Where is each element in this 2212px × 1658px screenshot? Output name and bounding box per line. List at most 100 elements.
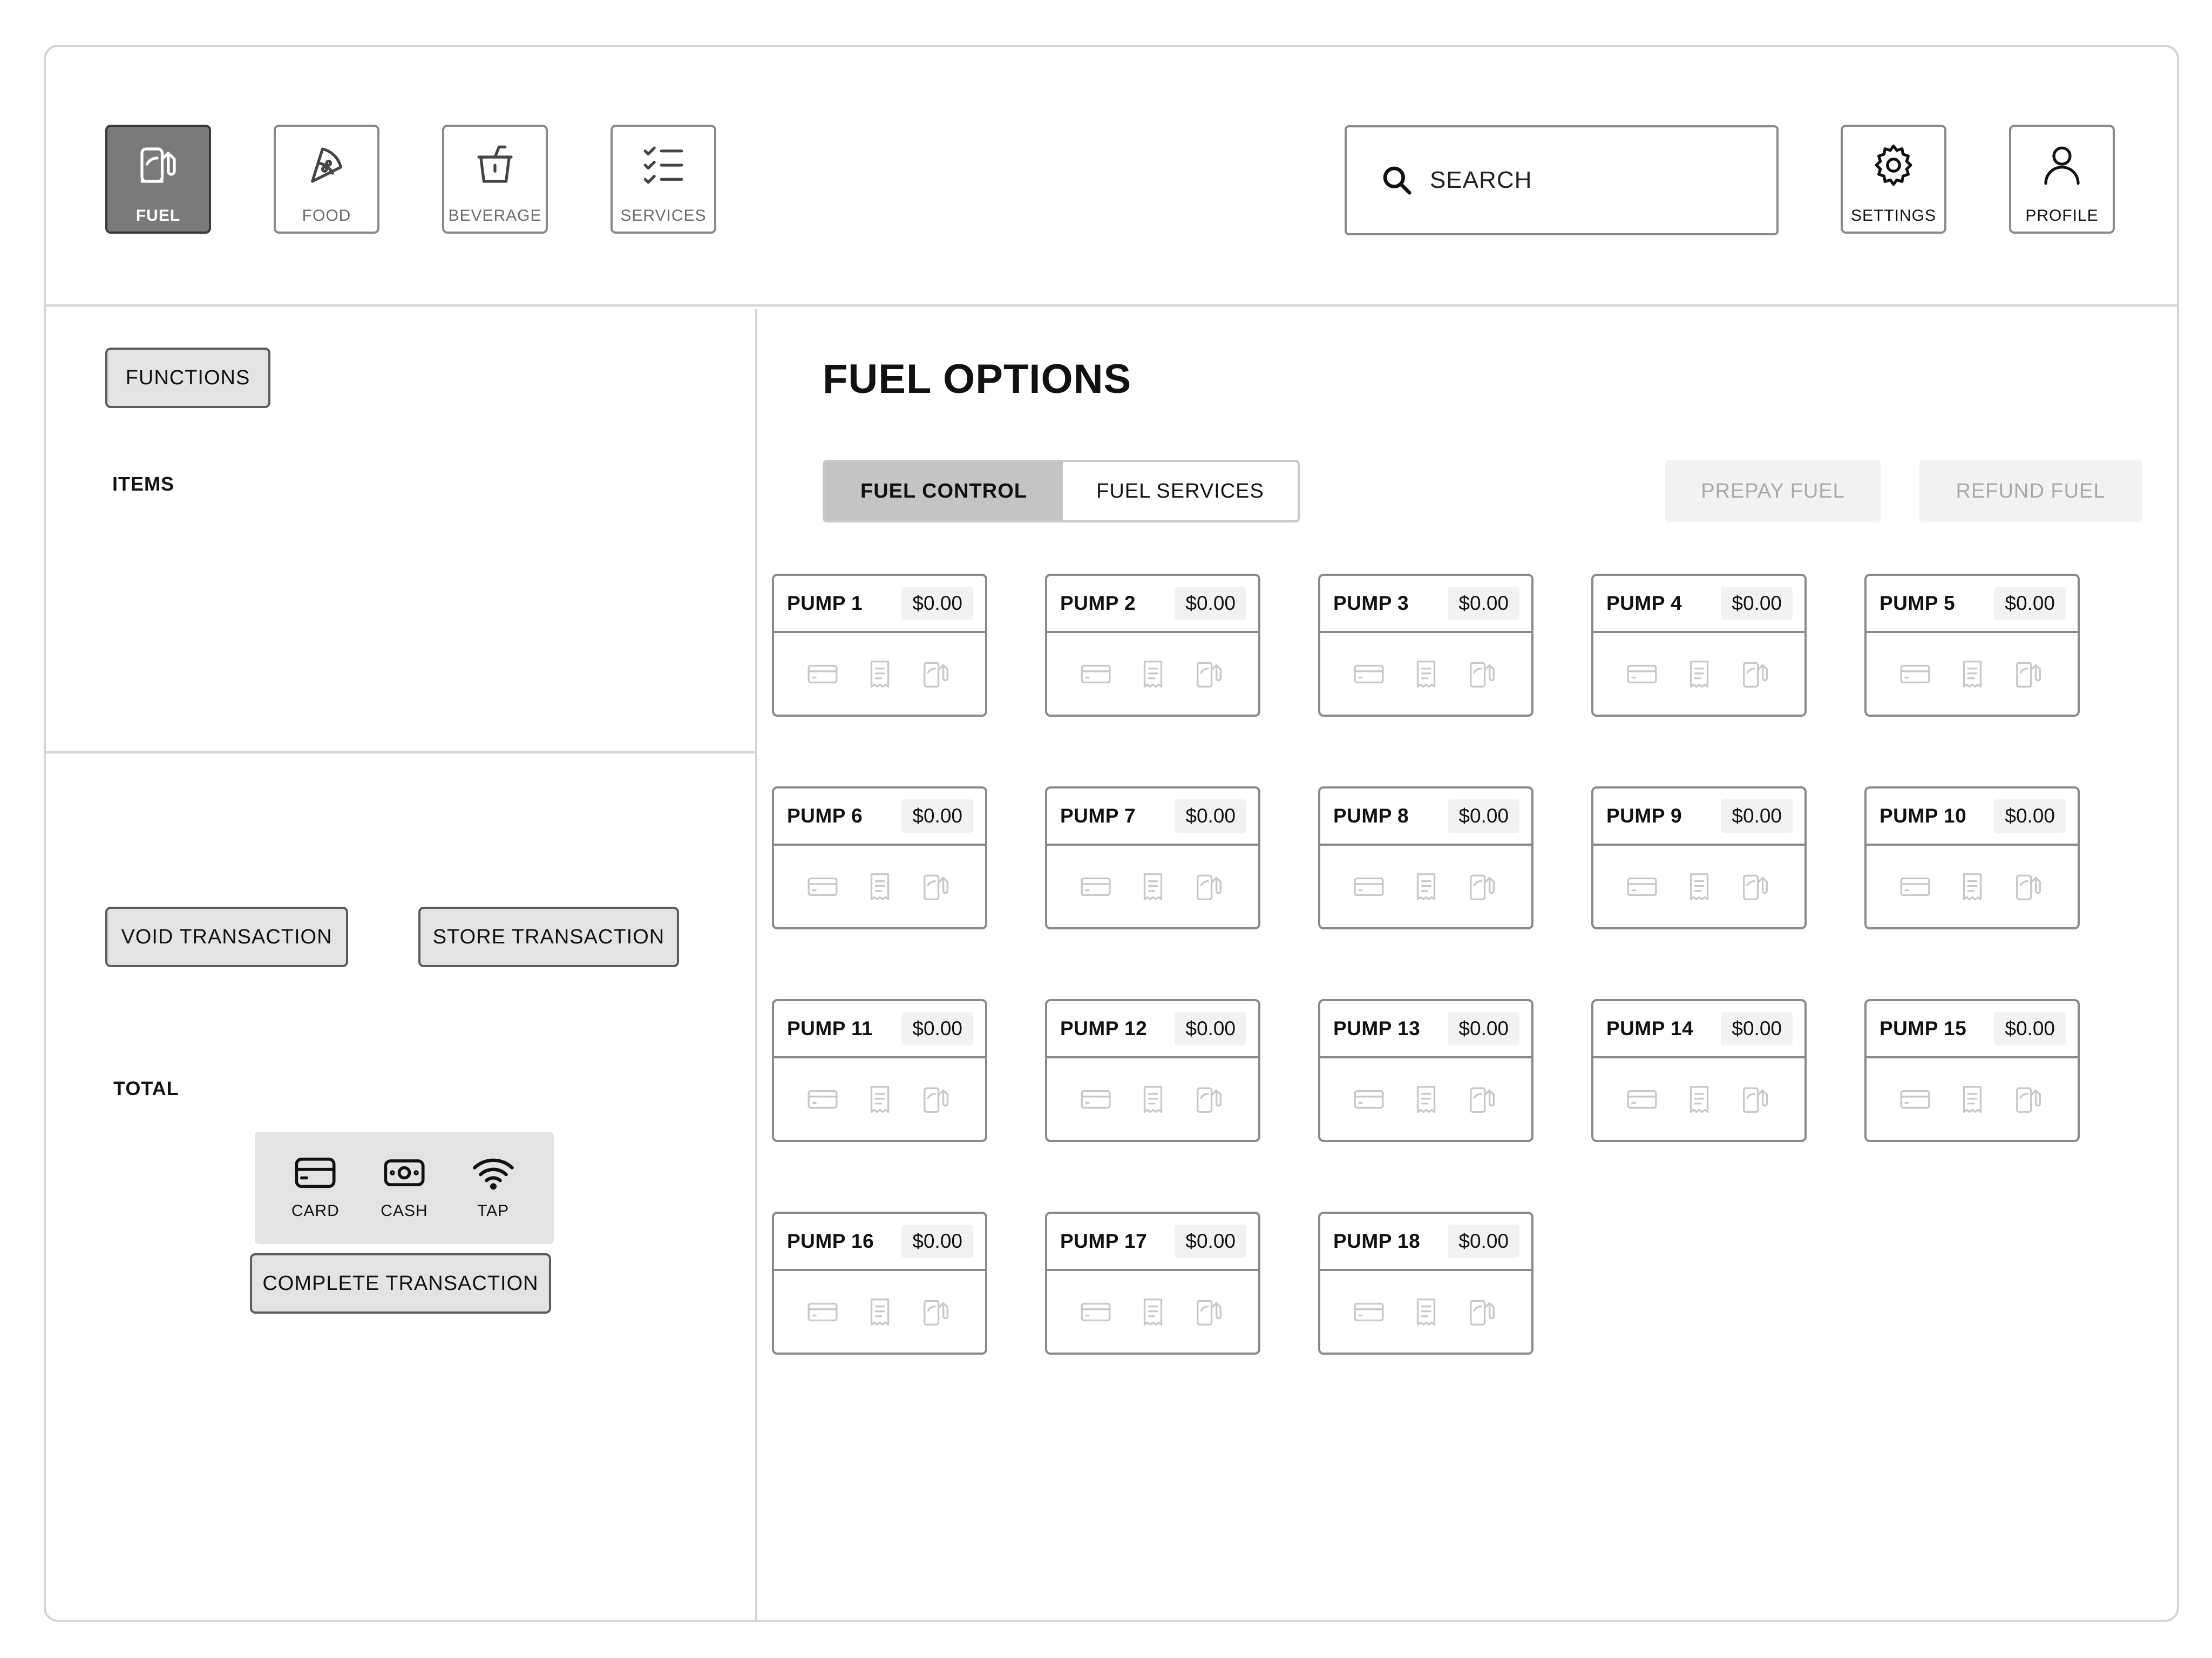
pump-name: PUMP 17	[1060, 1230, 1148, 1252]
pump-card[interactable]: PUMP 16 $0.00	[772, 1212, 987, 1355]
pump-actions[interactable]	[1593, 1058, 1804, 1140]
fuel-pump-icon	[2016, 1087, 2041, 1113]
pump-actions[interactable]	[1320, 633, 1531, 715]
pump-name: PUMP 4	[1606, 592, 1682, 614]
search-input[interactable]: SEARCH	[1345, 125, 1779, 235]
pump-card[interactable]: PUMP 13 $0.00	[1318, 999, 1534, 1142]
card-icon	[1899, 877, 1930, 896]
pump-card[interactable]: PUMP 12 $0.00	[1045, 999, 1260, 1142]
transaction-panel: FUNCTIONS ITEMS VOID TRANSACTION STORE T…	[46, 309, 757, 1620]
pump-card[interactable]: PUMP 11 $0.00	[772, 999, 987, 1142]
prepay-fuel-button[interactable]: PREPAY FUEL	[1665, 460, 1881, 522]
pump-card[interactable]: PUMP 7 $0.00	[1045, 786, 1260, 929]
pump-actions[interactable]	[774, 1058, 985, 1140]
pump-name: PUMP 2	[1060, 592, 1136, 614]
fuel-pump-icon	[1196, 1087, 1222, 1113]
category-beverage-button[interactable]: BEVERAGE	[442, 125, 548, 234]
pump-actions[interactable]	[1867, 846, 2078, 927]
refund-fuel-button[interactable]: REFUND FUEL	[1919, 460, 2142, 522]
pump-amount: $0.00	[1994, 799, 2066, 833]
pump-card[interactable]: PUMP 9 $0.00	[1591, 786, 1807, 929]
category-food-button[interactable]: FOOD	[274, 125, 379, 234]
items-heading: ITEMS	[112, 473, 175, 495]
pump-amount: $0.00	[901, 799, 973, 833]
pump-actions[interactable]	[1867, 633, 2078, 715]
fuel-pump-icon	[1196, 1300, 1222, 1326]
pump-actions[interactable]	[1320, 1058, 1531, 1140]
receipt-icon	[870, 1085, 889, 1113]
pay-label: CARD	[291, 1202, 340, 1220]
pump-header: PUMP 6 $0.00	[774, 789, 985, 846]
pump-name: PUMP 6	[787, 805, 863, 827]
category-services-button[interactable]: SERVICES	[610, 125, 716, 234]
pump-name: PUMP 1	[787, 592, 863, 614]
pump-header: PUMP 9 $0.00	[1593, 789, 1804, 846]
tab-fuel-control[interactable]: FUEL CONTROL	[825, 462, 1063, 520]
pump-card[interactable]: PUMP 2 $0.00	[1045, 574, 1260, 717]
pump-card[interactable]: PUMP 10 $0.00	[1864, 786, 2080, 929]
pump-card[interactable]: PUMP 5 $0.00	[1864, 574, 2080, 717]
gear-icon	[1875, 144, 1912, 186]
pump-header: PUMP 3 $0.00	[1320, 576, 1531, 633]
fuel-pump-icon	[1469, 1087, 1495, 1113]
pump-card[interactable]: PUMP 14 $0.00	[1591, 999, 1807, 1142]
category-label: FUEL	[135, 207, 181, 225]
pump-name: PUMP 8	[1333, 805, 1409, 827]
pump-actions[interactable]	[1593, 633, 1804, 715]
card-icon	[807, 1090, 838, 1109]
card-icon	[807, 664, 838, 683]
tab-fuel-services[interactable]: FUEL SERVICES	[1063, 462, 1298, 520]
pump-header: PUMP 2 $0.00	[1047, 576, 1258, 633]
card-icon	[1626, 664, 1657, 683]
card-icon	[1899, 1090, 1930, 1109]
card-icon	[1353, 877, 1384, 896]
receipt-icon	[1689, 1085, 1708, 1113]
pump-actions[interactable]	[1047, 633, 1258, 715]
pump-amount: $0.00	[1721, 799, 1793, 833]
fuel-pump-icon	[2016, 662, 2041, 688]
functions-button[interactable]: FUNCTIONS	[105, 348, 270, 408]
complete-transaction-button[interactable]: COMPLETE TRANSACTION	[250, 1253, 551, 1314]
pump-header: PUMP 11 $0.00	[774, 1001, 985, 1058]
pay-card-button[interactable]: CARD	[277, 1156, 353, 1220]
fuel-pump-icon	[1196, 874, 1222, 900]
receipt-icon	[1143, 660, 1162, 688]
settings-button[interactable]: SETTINGS	[1841, 125, 1946, 234]
pump-card[interactable]: PUMP 18 $0.00	[1318, 1212, 1534, 1355]
pizza-icon	[311, 147, 342, 183]
pay-tap-button[interactable]: TAP	[456, 1156, 531, 1220]
pump-card[interactable]: PUMP 17 $0.00	[1045, 1212, 1260, 1355]
pump-card[interactable]: PUMP 8 $0.00	[1318, 786, 1534, 929]
store-transaction-button[interactable]: STORE TRANSACTION	[418, 907, 679, 967]
category-fuel-button[interactable]: FUEL	[105, 125, 211, 234]
pump-actions[interactable]	[1320, 1271, 1531, 1353]
profile-button[interactable]: PROFILE	[2009, 125, 2115, 234]
payment-methods: CARD CASH TAP	[255, 1132, 554, 1244]
pump-amount: $0.00	[1994, 1012, 2066, 1045]
pump-actions[interactable]	[1867, 1058, 2078, 1140]
pay-cash-button[interactable]: CASH	[367, 1156, 442, 1220]
pump-actions[interactable]	[1320, 846, 1531, 927]
receipt-icon	[1963, 660, 1982, 688]
receipt-icon	[1963, 1085, 1982, 1113]
pump-actions[interactable]	[1047, 1271, 1258, 1353]
pump-actions[interactable]	[1047, 846, 1258, 927]
pump-actions[interactable]	[1047, 1058, 1258, 1140]
pump-card[interactable]: PUMP 4 $0.00	[1591, 574, 1807, 717]
pump-amount: $0.00	[1448, 1012, 1519, 1045]
pump-card[interactable]: PUMP 6 $0.00	[772, 786, 987, 929]
pump-actions[interactable]	[774, 633, 985, 715]
receipt-icon	[1416, 1298, 1435, 1326]
pump-actions[interactable]	[1593, 846, 1804, 927]
pump-card[interactable]: PUMP 15 $0.00	[1864, 999, 2080, 1142]
pump-card[interactable]: PUMP 1 $0.00	[772, 574, 987, 717]
card-icon	[807, 877, 838, 896]
pay-label: TAP	[477, 1202, 510, 1220]
void-transaction-button[interactable]: VOID TRANSACTION	[105, 907, 348, 967]
fuel-pump-icon	[923, 1300, 948, 1326]
pump-card[interactable]: PUMP 3 $0.00	[1318, 574, 1534, 717]
pump-header: PUMP 4 $0.00	[1593, 576, 1804, 633]
pump-actions[interactable]	[774, 1271, 985, 1353]
card-icon	[295, 1157, 336, 1188]
pump-actions[interactable]	[774, 846, 985, 927]
